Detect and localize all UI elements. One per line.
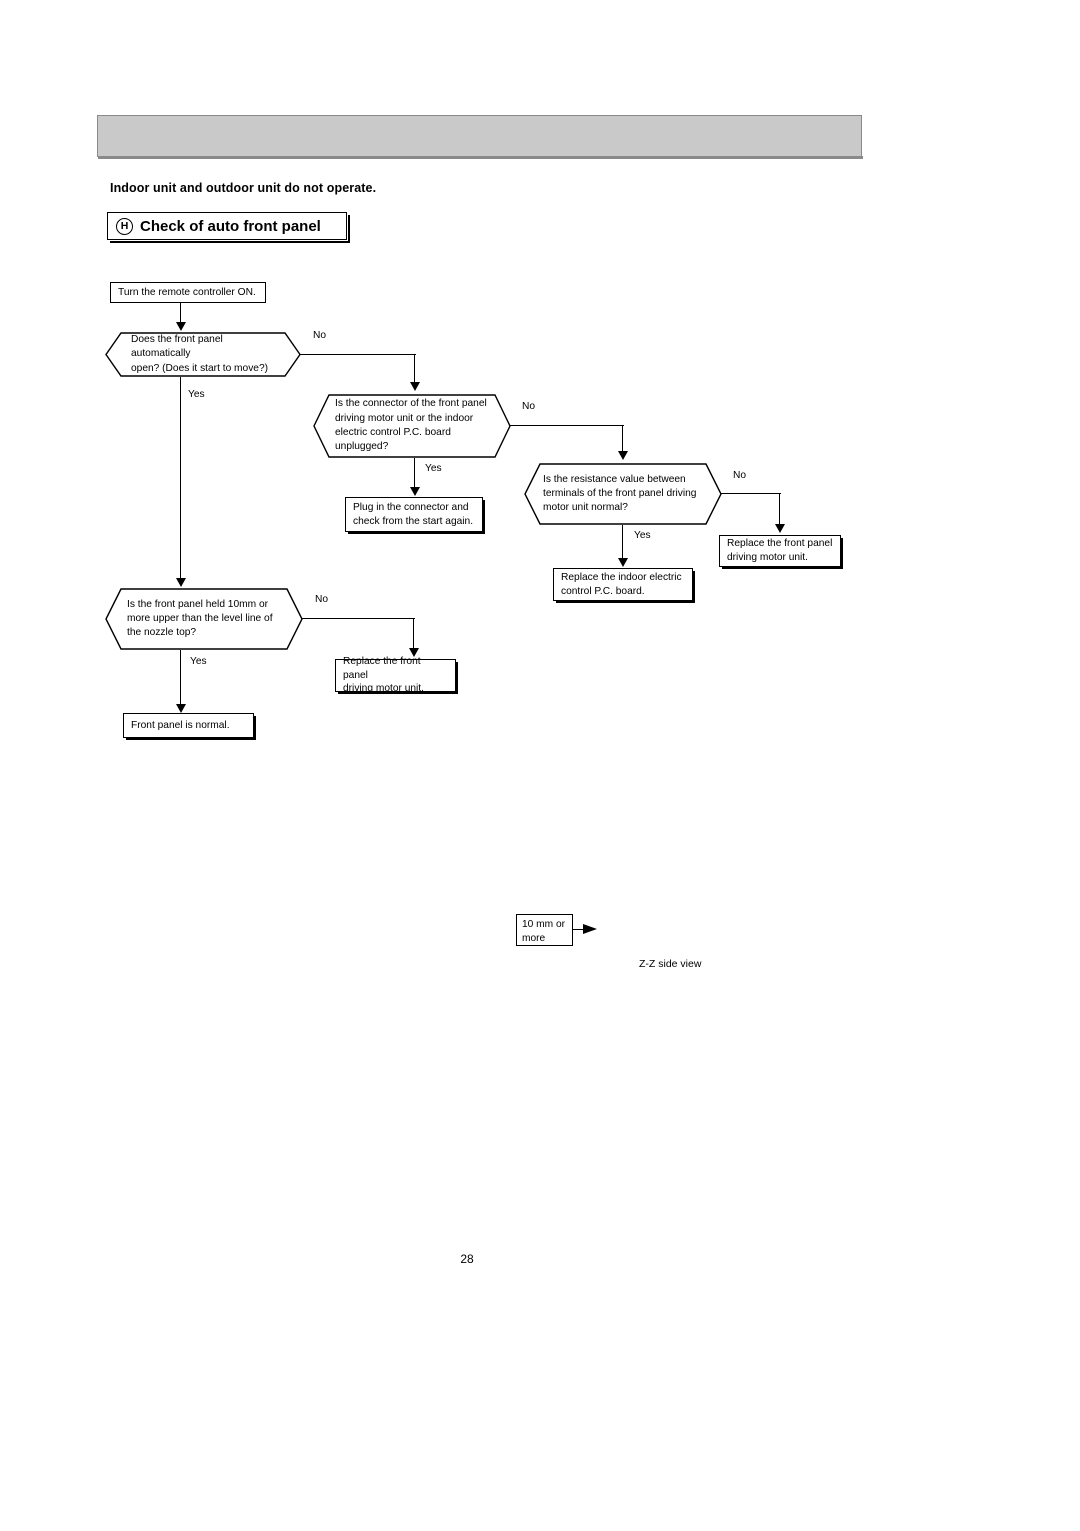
flow-decision-panel-opens: Does the front panel automatically open?… <box>105 332 301 377</box>
edge-label-d4-yes: Yes <box>190 656 207 667</box>
arrowhead-d2-yes <box>410 487 420 496</box>
arrowhead-d2-no <box>618 451 628 460</box>
page-number-value: 28 <box>460 1252 474 1266</box>
manual-page: Indoor unit and outdoor unit do not oper… <box>0 0 1080 1531</box>
connector-d2-no-horizontal <box>510 425 624 427</box>
flow-node-replace-motor-1-text: Replace the front panel driving motor un… <box>727 538 833 563</box>
arrowhead-d3-yes <box>618 558 628 567</box>
section-title-label: Check of auto front panel <box>140 217 321 235</box>
flow-node-start-text: Turn the remote controller ON. <box>118 286 256 298</box>
arrowhead-start-to-d1 <box>176 322 186 331</box>
edge-label-d3-no: No <box>733 470 747 481</box>
flow-node-plug-in-text: Plug in the connector and check from the… <box>353 501 474 527</box>
side-view-caption: Z-Z side view <box>639 958 702 970</box>
connector-d3-no-horizontal <box>721 493 781 495</box>
connector-d4-no-horizontal <box>302 618 415 620</box>
connector-d3-yes-vertical <box>622 525 624 561</box>
connector-d3-no-vertical <box>779 493 781 526</box>
connector-d2-no-vertical <box>622 425 624 453</box>
connector-d1-no-horizontal <box>300 354 416 356</box>
dimension-callout-box: 10 mm or more <box>516 914 573 946</box>
flow-decision-connector-text: Is the connector of the front panel driv… <box>335 398 487 453</box>
edge-label-d2-no: No <box>522 401 536 412</box>
flow-node-plug-in: Plug in the connector and check from the… <box>345 497 485 534</box>
connector-d1-no-vertical <box>414 354 416 384</box>
flow-node-result-normal-text: Front panel is normal. <box>131 719 230 731</box>
section-title-box: H Check of auto front panel <box>107 212 350 243</box>
connector-d1-yes-vertical <box>180 377 182 582</box>
dimension-arrowhead <box>583 924 597 934</box>
flow-decision-panel-height-text: Is the front panel held 10mm or more upp… <box>127 598 273 639</box>
edge-label-d3-yes: Yes <box>634 530 651 541</box>
flow-decision-connector: Is the connector of the front panel driv… <box>313 394 511 458</box>
edge-label-d4-no: No <box>315 594 329 605</box>
arrowhead-d1-yes <box>176 578 186 587</box>
connector-d4-no-vertical <box>413 618 415 650</box>
flow-node-result-normal: Front panel is normal. <box>123 713 256 740</box>
page-subtitle: Indoor unit and outdoor unit do not oper… <box>110 181 377 195</box>
connector-d2-yes-vertical <box>414 458 416 489</box>
edge-label-d1-yes: Yes <box>188 389 205 400</box>
flow-node-start: Turn the remote controller ON. <box>110 282 266 303</box>
section-badge-letter: H <box>116 217 133 235</box>
flow-node-replace-motor-1: Replace the front panel driving motor un… <box>719 535 843 569</box>
arrowhead-d1-no <box>410 382 420 391</box>
edge-label-d1-no: No <box>313 330 327 341</box>
flow-node-replace-motor-2-text: Replace the front panel driving motor un… <box>343 656 424 695</box>
edge-label-d2-yes: Yes <box>425 463 442 474</box>
arrowhead-d3-no <box>775 524 785 533</box>
header-band <box>97 115 863 159</box>
page-number: 28 <box>0 1252 1080 1266</box>
arrowhead-d4-yes <box>176 704 186 713</box>
flow-node-replace-pcb: Replace the indoor electric control P.C.… <box>553 568 695 603</box>
flow-decision-resistance-text: Is the resistance value between terminal… <box>543 473 697 514</box>
connector-d4-yes-vertical <box>180 650 182 708</box>
flow-node-replace-motor-2: Replace the front panel driving motor un… <box>335 656 458 694</box>
flow-node-replace-pcb-text: Replace the indoor electric control P.C.… <box>561 571 682 597</box>
flow-decision-resistance: Is the resistance value between terminal… <box>524 463 722 525</box>
flow-decision-panel-opens-text: Does the front panel automatically open?… <box>131 334 269 374</box>
flow-decision-panel-height: Is the front panel held 10mm or more upp… <box>105 588 303 650</box>
connector-start-to-d1 <box>180 303 182 324</box>
